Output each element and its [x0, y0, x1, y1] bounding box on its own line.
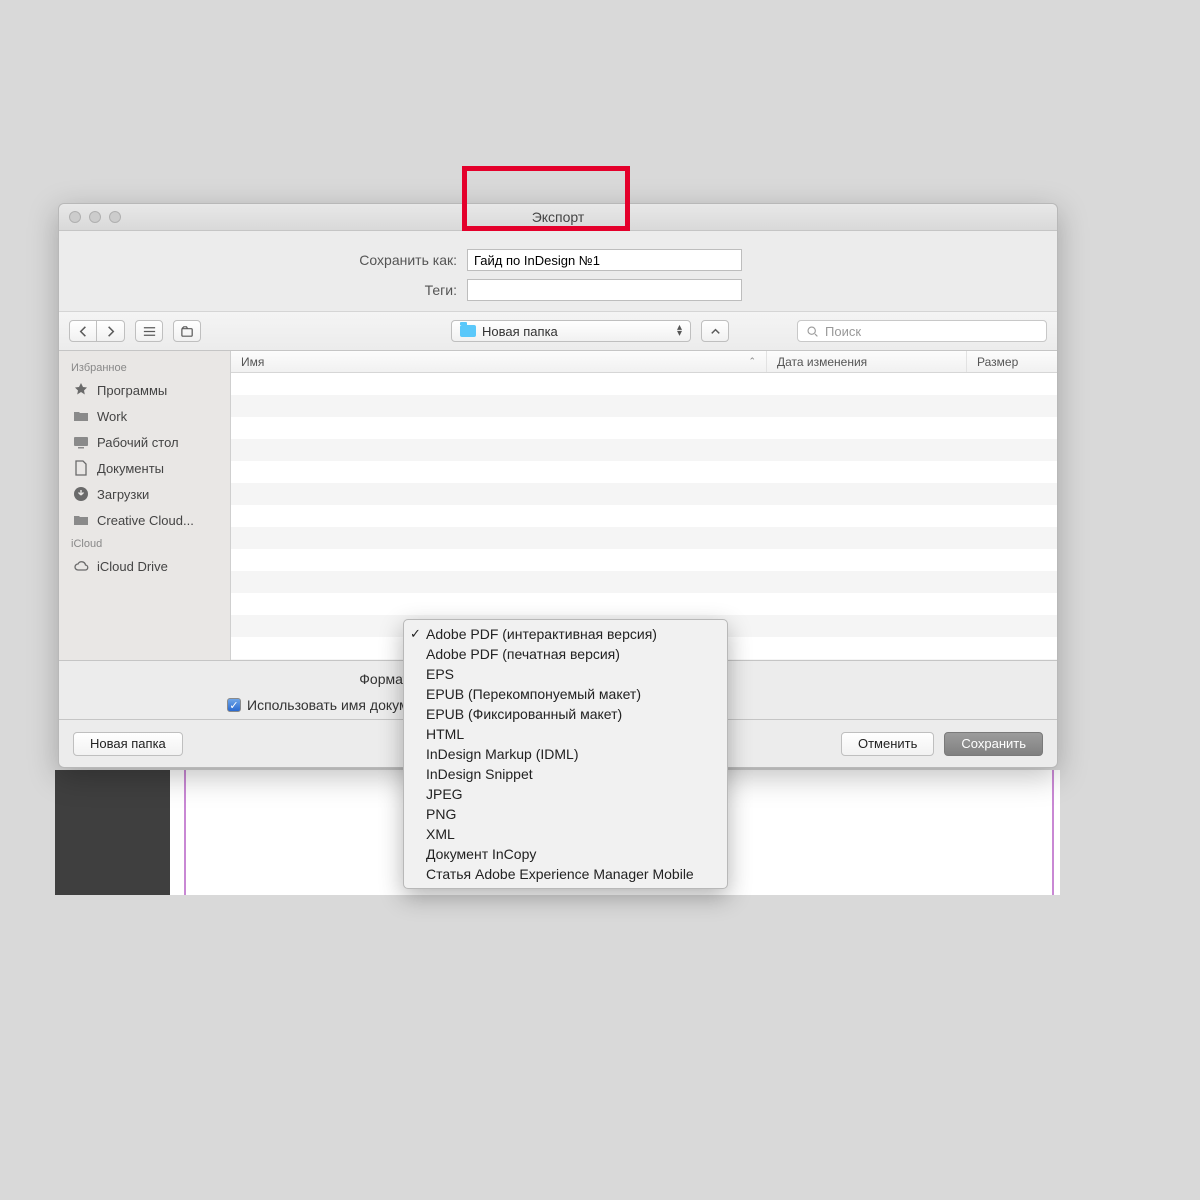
column-header-date[interactable]: Дата изменения [767, 351, 967, 372]
sidebar-item-downloads[interactable]: Загрузки [59, 481, 230, 507]
sidebar-item-desktop[interactable]: Рабочий стол [59, 429, 230, 455]
nav-forward-button[interactable] [97, 320, 125, 342]
format-option[interactable]: EPS [404, 664, 727, 684]
format-label: Формат [59, 671, 409, 687]
format-option[interactable]: InDesign Snippet [404, 764, 727, 784]
document-icon [73, 460, 89, 476]
tags-label: Теги: [59, 282, 457, 298]
view-mode-button[interactable] [135, 320, 163, 342]
tags-input[interactable] [467, 279, 742, 301]
apps-icon [73, 382, 89, 398]
window-minimize-button[interactable] [89, 211, 101, 223]
use-doc-name-checkbox[interactable]: ✓ [227, 698, 241, 712]
save-as-label: Сохранить как: [59, 252, 457, 268]
column-header-size[interactable]: Размер [967, 351, 1057, 372]
guide-line [184, 770, 186, 895]
window-close-button[interactable] [69, 211, 81, 223]
new-folder-button[interactable]: Новая папка [73, 732, 183, 756]
titlebar: Экспорт [59, 204, 1057, 231]
search-field[interactable]: Поиск [797, 320, 1047, 342]
search-icon [806, 325, 819, 338]
sidebar-item-apps[interactable]: Программы [59, 377, 230, 403]
format-option[interactable]: Adobe PDF (печатная версия) [404, 644, 727, 664]
background-dark-strip [55, 770, 170, 895]
format-option[interactable]: HTML [404, 724, 727, 744]
sidebar-item-documents[interactable]: Документы [59, 455, 230, 481]
folder-icon [73, 408, 89, 424]
desktop-icon [73, 434, 89, 450]
sidebar-header-favorites: Избранное [59, 357, 230, 377]
save-button[interactable]: Сохранить [944, 732, 1043, 756]
format-option[interactable]: Adobe PDF (интерактивная версия) [404, 624, 727, 644]
folder-icon [460, 325, 476, 337]
format-option[interactable]: PNG [404, 804, 727, 824]
location-popup[interactable]: Новая папка ▴▾ [451, 320, 691, 342]
sidebar-item-work[interactable]: Work [59, 403, 230, 429]
format-option[interactable]: EPUB (Перекомпонуемый макет) [404, 684, 727, 704]
annotation-highlight [462, 166, 630, 231]
location-label: Новая папка [482, 324, 558, 339]
sidebar-header-icloud: iCloud [59, 533, 230, 553]
sidebar: Избранное Программы Work Рабочий стол До… [59, 351, 231, 660]
dialog-title: Экспорт [59, 209, 1057, 225]
window-zoom-button[interactable] [109, 211, 121, 223]
sort-indicator-icon: ⌃ [748, 356, 756, 367]
cancel-button[interactable]: Отменить [841, 732, 934, 756]
format-option[interactable]: XML [404, 824, 727, 844]
chevron-updown-icon: ▴▾ [677, 325, 682, 337]
format-option[interactable]: Статья Adobe Experience Manager Mobile [404, 864, 727, 884]
column-header-row: Имя⌃ Дата изменения Размер [231, 351, 1057, 373]
cloud-icon [73, 558, 89, 574]
sidebar-item-cc[interactable]: Creative Cloud... [59, 507, 230, 533]
download-icon [73, 486, 89, 502]
column-header-name[interactable]: Имя⌃ [231, 351, 767, 372]
guide-line [1052, 770, 1054, 895]
browser-toolbar: Новая папка ▴▾ Поиск [59, 311, 1057, 351]
expand-collapse-button[interactable] [701, 320, 729, 342]
sidebar-item-icloud-drive[interactable]: iCloud Drive [59, 553, 230, 579]
folder-icon [73, 512, 89, 528]
format-option[interactable]: EPUB (Фиксированный макет) [404, 704, 727, 724]
file-list-empty [231, 373, 1057, 660]
search-placeholder: Поиск [825, 324, 861, 339]
nav-back-button[interactable] [69, 320, 97, 342]
format-option[interactable]: JPEG [404, 784, 727, 804]
format-option[interactable]: InDesign Markup (IDML) [404, 744, 727, 764]
format-option[interactable]: Документ InCopy [404, 844, 727, 864]
group-button[interactable] [173, 320, 201, 342]
save-as-input[interactable] [467, 249, 742, 271]
format-dropdown-menu: Adobe PDF (интерактивная версия)Adobe PD… [403, 619, 728, 889]
